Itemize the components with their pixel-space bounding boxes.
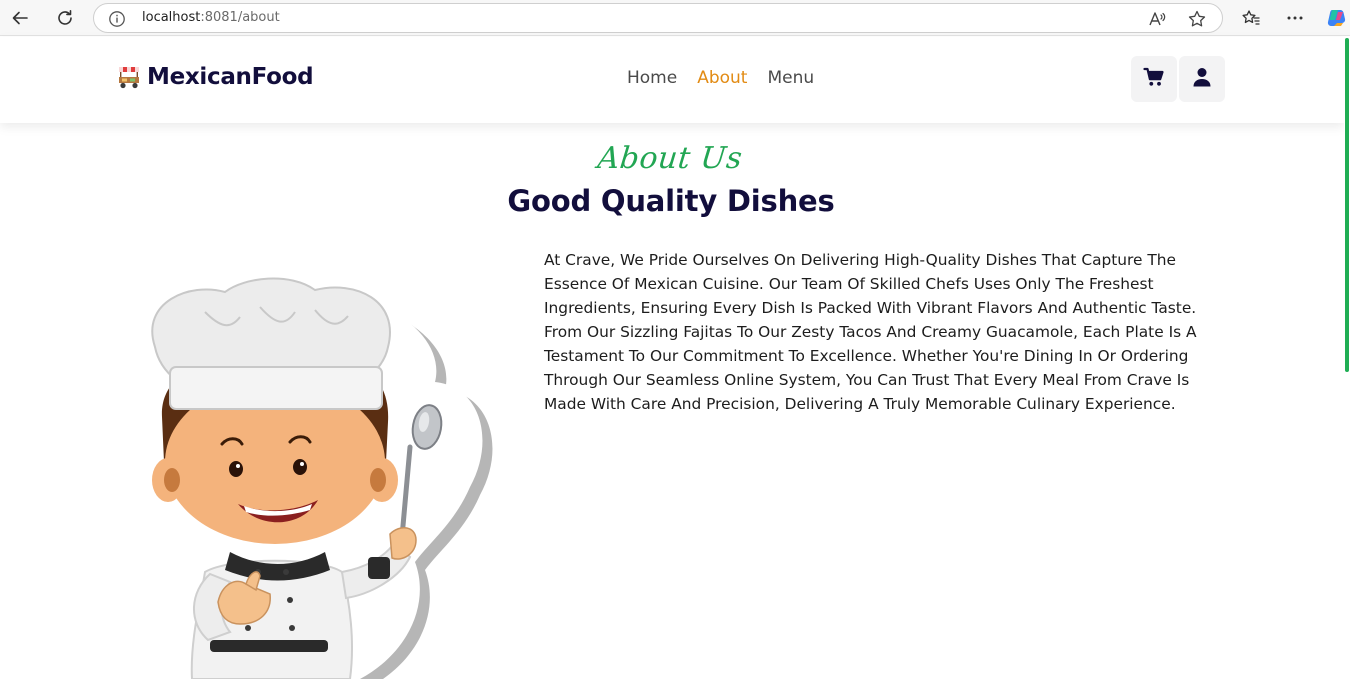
cart-button[interactable] [1131, 56, 1177, 102]
browser-toolbar: localhost:8081/about [0, 0, 1350, 36]
info-icon[interactable] [108, 10, 126, 32]
main-nav: Home About Menu [627, 68, 834, 88]
url-path: :8081/about [200, 10, 280, 25]
reload-icon[interactable] [52, 5, 78, 31]
nav-home[interactable]: Home [627, 68, 677, 88]
nav-menu[interactable]: Menu [767, 68, 814, 88]
read-aloud-icon[interactable] [1147, 9, 1167, 33]
address-bar[interactable]: localhost:8081/about [93, 3, 1223, 33]
star-icon[interactable] [1187, 9, 1207, 33]
copilot-icon[interactable] [1323, 5, 1349, 31]
brand[interactable]: MexicanFood [116, 64, 314, 90]
site-header: MexicanFood Home About Menu [0, 37, 1344, 123]
account-button[interactable] [1179, 56, 1225, 102]
section-heading: Good Quality Dishes [507, 184, 835, 218]
url-text: localhost:8081/about [142, 10, 280, 25]
url-host: localhost [142, 10, 201, 25]
back-arrow-icon[interactable] [7, 5, 33, 31]
user-icon [1192, 67, 1212, 91]
food-cart-icon [116, 64, 142, 90]
nav-about[interactable]: About [697, 68, 747, 88]
cart-icon [1143, 66, 1165, 92]
favorites-icon[interactable] [1238, 5, 1264, 31]
section-eyebrow: About Us [595, 141, 745, 176]
brand-name: MexicanFood [147, 64, 314, 90]
more-icon[interactable] [1282, 5, 1308, 31]
chef-illustration [110, 272, 495, 679]
scrollbar-thumb[interactable] [1345, 38, 1349, 372]
about-description: At Crave, We Pride Ourselves On Deliveri… [544, 251, 1197, 413]
